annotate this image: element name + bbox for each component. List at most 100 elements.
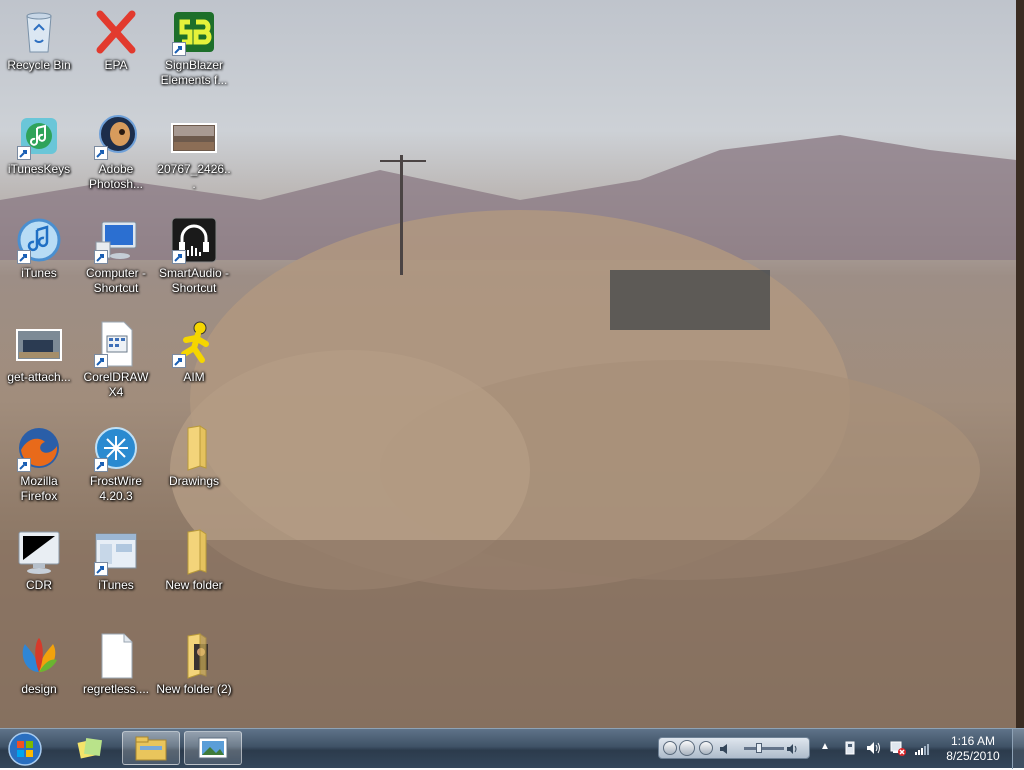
desktop-icon-label: Mozilla Firefox [20, 474, 58, 503]
desktop-icon-frostwire[interactable]: FrostWire 4.20.3 [78, 424, 154, 504]
shortcut-arrow-icon [17, 250, 31, 264]
signblazer-icon [170, 8, 218, 56]
desktop-icon-label: CorelDRAW X4 [83, 370, 149, 399]
shortcut-arrow-icon [172, 250, 186, 264]
device-icon[interactable] [842, 740, 858, 756]
frostwire-icon [92, 424, 140, 472]
aim-icon [170, 320, 218, 368]
computer-icon [92, 216, 140, 264]
volume-slider-thumb[interactable] [756, 743, 762, 753]
desktop-icon-regretless[interactable]: regretless.... [78, 632, 154, 697]
taskbar-explorer[interactable] [122, 731, 180, 765]
volume-max-icon [787, 742, 799, 756]
desktop-icon-label: SignBlazer Elements f... [160, 58, 228, 87]
desktop-icon-label: Drawings [168, 474, 219, 488]
desktop-icon-label: SmartAudio - Shortcut [158, 266, 230, 295]
desktop-icon-epa[interactable]: EPA [78, 8, 154, 73]
desktop-icon-itunes-keys[interactable]: iTunesKeys [1, 112, 77, 177]
smartaudio-icon [170, 216, 218, 264]
desktop-icon-label: EPA [104, 58, 128, 72]
taskbar: ▲ 1:16 AM 8/25/2010 [0, 728, 1024, 769]
clock-date: 8/25/2010 [946, 749, 1000, 763]
desktop-icon-itunes[interactable]: iTunes [1, 216, 77, 281]
show-hidden-icon[interactable]: ▲ [820, 741, 830, 752]
firefox-icon [15, 424, 63, 472]
desktop-icon-itunes-2[interactable]: iTunes [78, 528, 154, 593]
desktop-icon-new-folder-2[interactable]: New folder (2) [156, 632, 232, 697]
folder-icon [170, 424, 218, 472]
start-button[interactable] [6, 731, 44, 767]
network-error-icon[interactable] [890, 740, 906, 756]
signal-icon[interactable] [914, 740, 930, 756]
desktop-icon-photo-20767[interactable]: 20767_2426... [156, 112, 232, 192]
photo-viewer-icon [198, 737, 228, 759]
shortcut-arrow-icon [172, 42, 186, 56]
desktop-icon-new-folder[interactable]: New folder [156, 528, 232, 593]
previous-icon[interactable] [663, 741, 677, 755]
desktop-icon-smartaudio[interactable]: SmartAudio - Shortcut [156, 216, 232, 296]
volume-icon[interactable] [719, 742, 733, 756]
desktop-icon-photoshop[interactable]: Adobe Photosh... [78, 112, 154, 192]
desktop-icon-label: iTunesKeys [7, 162, 71, 176]
folder-photo-icon [170, 632, 218, 680]
shortcut-arrow-icon [94, 354, 108, 368]
monitor-icon [15, 528, 63, 576]
desktop-icon-label: 20767_2426... [157, 162, 231, 191]
photoshop-icon [92, 112, 140, 160]
desktop-icon-cdr[interactable]: CDR [1, 528, 77, 593]
desktop-icon-computer-shortcut[interactable]: Computer - Shortcut [78, 216, 154, 296]
shortcut-arrow-icon [94, 146, 108, 160]
desktop-icon-label: AIM [183, 370, 205, 384]
document-icon [92, 320, 140, 368]
red-x-icon [92, 8, 140, 56]
window-shortcut-icon [92, 528, 140, 576]
volume-slider-track[interactable] [744, 747, 784, 750]
desktop-icon-signblazer[interactable]: SignBlazer Elements f... [156, 8, 232, 88]
shortcut-arrow-icon [94, 562, 108, 576]
taskbar-clock[interactable]: 1:16 AM 8/25/2010 [940, 734, 1006, 764]
blank-file-icon [92, 632, 140, 680]
show-desktop-button[interactable] [1012, 729, 1024, 769]
desktop-icon-get-attach[interactable]: get-attach... [1, 320, 77, 385]
explorer-folder-icon [135, 736, 167, 761]
desktop-icon-label: FrostWire 4.20.3 [90, 474, 142, 503]
desktop-icon-label: design [21, 682, 57, 696]
desktop-icon-drawings[interactable]: Drawings [156, 424, 232, 489]
desktop-icon-label: Recycle Bin [7, 58, 71, 72]
desktop-icon-coreldraw[interactable]: CorelDRAW X4 [78, 320, 154, 400]
itunes-icon [15, 216, 63, 264]
speaker-icon[interactable] [866, 740, 882, 756]
desktop-icon-recycle-bin[interactable]: Recycle Bin [1, 8, 77, 73]
desktop-icon-label: New folder (2) [156, 682, 232, 696]
desktop-icon-design[interactable]: design [1, 632, 77, 697]
desktop-icon-label: regretless.... [82, 682, 150, 696]
desktop-icon-label: iTunes [98, 578, 134, 592]
media-player-toolbar [658, 737, 810, 759]
next-icon[interactable] [699, 741, 713, 755]
shortcut-arrow-icon [17, 458, 31, 472]
windows-orb-icon [8, 732, 42, 766]
desktop-icon-label: Adobe Photosh... [88, 162, 144, 191]
shortcut-arrow-icon [17, 146, 31, 160]
desktop-icon-label: get-attach... [7, 370, 71, 384]
image-thumbnail-icon [15, 320, 63, 368]
desktop-icon-label: New folder [165, 578, 223, 592]
taskbar-photo-viewer[interactable] [184, 731, 242, 765]
shortcut-arrow-icon [94, 458, 108, 472]
itunes-keys-icon [15, 112, 63, 160]
photo-thumbnail-icon [170, 112, 218, 160]
clock-time: 1:16 AM [950, 734, 996, 748]
desktop-icon-firefox[interactable]: Mozilla Firefox [1, 424, 77, 504]
desktop-icon-label: Computer - Shortcut [85, 266, 147, 295]
shortcut-arrow-icon [172, 354, 186, 368]
desktop-icon-label: CDR [26, 578, 52, 592]
sticky-notes-icon [77, 737, 103, 759]
recycle-bin-icon [15, 8, 63, 56]
desktop-icon-aim[interactable]: AIM [156, 320, 232, 385]
msn-butterfly-icon [15, 632, 63, 680]
desktop-icon-label: iTunes [21, 266, 57, 280]
play-icon[interactable] [679, 740, 695, 756]
shortcut-arrow-icon [94, 250, 108, 264]
folder-icon [170, 528, 218, 576]
taskbar-sticky-notes[interactable] [64, 731, 116, 765]
